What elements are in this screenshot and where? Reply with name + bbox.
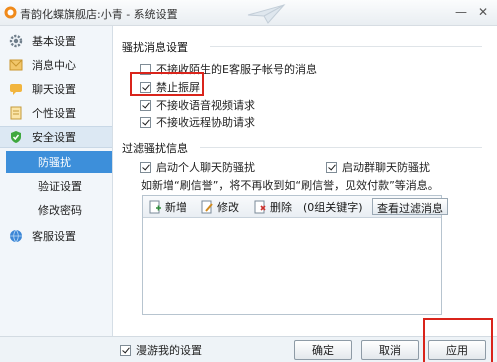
- sidebar: 基本设置 消息中心 聊天设置 个性设置 安全设置 防骚扰 验证设置 修改密码 客…: [0, 26, 113, 336]
- sidebar-subitem-verification[interactable]: 验证设置: [0, 175, 112, 197]
- sidebar-subitem-change-password[interactable]: 修改密码: [0, 199, 112, 221]
- option-block-voice-video[interactable]: 不接收语音视频请求: [140, 97, 255, 113]
- cancel-button[interactable]: 取消: [361, 340, 419, 360]
- window-title: 青韵化蝶旗舰店:小青 - 系统设置: [20, 8, 178, 21]
- sidebar-item-service[interactable]: 客服设置: [0, 225, 112, 247]
- highlight-box: [423, 318, 493, 362]
- delete-label: 删除: [270, 201, 292, 214]
- sidebar-item-label: 安全设置: [32, 131, 76, 144]
- sidebar-item-security[interactable]: 安全设置: [0, 126, 112, 148]
- envelope-icon: [9, 58, 23, 72]
- sidebar-item-label: 客服设置: [32, 230, 76, 243]
- section-divider: [200, 147, 482, 148]
- sidebar-subitem-anti-harassment[interactable]: 防骚扰: [6, 151, 112, 173]
- shield-icon: [9, 130, 23, 144]
- gear-icon: [9, 34, 23, 48]
- option-personal-anti-harassment[interactable]: 启动个人聊天防骚扰: [140, 159, 255, 175]
- option-block-remote-assist[interactable]: 不接收远程协助请求: [140, 114, 255, 130]
- keyword-toolbar: 新增 修改 删除 (0组关键字) 查看过滤消息: [143, 196, 448, 218]
- sidebar-item-label: 消息中心: [32, 59, 76, 72]
- checkbox[interactable]: [120, 344, 131, 356]
- option-label: 漫游我的设置: [136, 344, 202, 357]
- option-roaming-settings[interactable]: 漫游我的设置: [120, 342, 202, 358]
- view-filtered-messages-button[interactable]: 查看过滤消息: [372, 198, 448, 215]
- personal-icon: [9, 106, 23, 120]
- delete-icon: [253, 200, 267, 214]
- sidebar-item-messages[interactable]: 消息中心: [0, 54, 112, 76]
- add-icon: [148, 200, 162, 214]
- option-label: 不接收语音视频请求: [156, 99, 255, 112]
- filter-hint-text: 如新增“刷信誉”，将不再收到如“刷信誉，见效付款”等消息。: [141, 179, 439, 192]
- close-button[interactable]: ✕: [474, 4, 492, 20]
- add-keyword-button[interactable]: 新增: [148, 199, 187, 215]
- ok-button[interactable]: 确定: [294, 340, 352, 360]
- globe-icon: [9, 229, 23, 243]
- option-label: 启动个人聊天防骚扰: [156, 161, 255, 174]
- filter-section-title: 过滤骚扰信息: [122, 142, 188, 155]
- section-divider: [210, 46, 482, 47]
- option-label: 启动群聊天防骚扰: [342, 161, 430, 174]
- app-logo-icon: [4, 6, 17, 19]
- paper-plane-icon: [246, 3, 286, 25]
- keyword-list[interactable]: 新增 修改 删除 (0组关键字) 查看过滤消息: [142, 195, 448, 315]
- edit-label: 修改: [217, 201, 239, 214]
- chat-icon: [9, 82, 23, 96]
- sidebar-item-personal[interactable]: 个性设置: [0, 102, 112, 124]
- sidebar-item-label: 基本设置: [32, 35, 76, 48]
- checkbox[interactable]: [140, 116, 151, 128]
- checkbox[interactable]: [140, 99, 151, 111]
- highlight-box: [130, 72, 204, 96]
- harassment-section-title: 骚扰消息设置: [122, 41, 188, 54]
- delete-keyword-button[interactable]: 删除: [253, 199, 292, 215]
- title-bar: 青韵化蝶旗舰店:小青 - 系统设置 — ✕: [0, 0, 497, 26]
- sidebar-item-label: 个性设置: [32, 107, 76, 120]
- edit-keyword-button[interactable]: 修改: [200, 199, 239, 215]
- minimize-button[interactable]: —: [452, 4, 470, 20]
- edit-icon: [200, 200, 214, 214]
- option-group-anti-harassment[interactable]: 启动群聊天防骚扰: [326, 159, 430, 175]
- add-label: 新增: [165, 201, 187, 214]
- checkbox[interactable]: [140, 161, 151, 173]
- sidebar-item-label: 聊天设置: [32, 83, 76, 96]
- sidebar-item-basic[interactable]: 基本设置: [0, 30, 112, 52]
- sidebar-item-chat[interactable]: 聊天设置: [0, 78, 112, 100]
- keyword-count: (0组关键字): [303, 201, 363, 214]
- option-label: 不接收远程协助请求: [156, 116, 255, 129]
- checkbox[interactable]: [326, 161, 337, 173]
